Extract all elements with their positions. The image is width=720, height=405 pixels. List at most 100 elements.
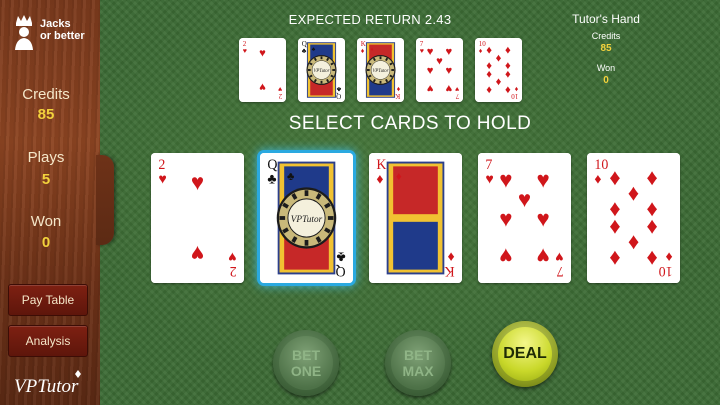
card-suit-corner: ♥ [485,170,493,186]
deal-button[interactable]: DEAL [492,321,558,387]
card-pip: ♥ [499,243,512,268]
face-card-suit: ♦ [371,47,374,53]
card-pip: ♥ [499,167,512,192]
bet-max-button[interactable]: BET MAX [385,330,451,396]
card-face: Q♣Q♣♣VPTutor [260,153,353,283]
card-suit-corner: ♦ [396,85,400,92]
card-suit-corner: ♦ [447,249,454,265]
card-pip: ♥ [536,167,549,192]
chip-text: VPTutor [373,69,389,74]
chip-stripe [332,69,336,71]
bet-one-label-line2: ONE [290,363,322,379]
vptutor-logo: VPTutor [14,370,81,397]
chip-stripe [304,190,309,197]
credits-value: 85 [37,106,55,123]
bet-one-button[interactable]: BET ONE [273,330,339,396]
won-value: 0 [41,234,51,251]
card-suit-corner: ♣ [336,249,345,265]
player-card-4[interactable]: 7 ♥ 7 ♥ ♥ ♥ ♥ ♥ ♥ ♥ ♥ [478,153,571,283]
card-face: 10♦10♦♦ ♦♦♦ ♦♦ ♦♦♦ ♦ [587,153,680,283]
card-rank-corner: 7 [420,40,424,48]
face-card-robe-bottom [393,221,438,270]
sidebar-notch [96,155,114,245]
tutor-card-3: K ♦ K ♦ ♦ VPTutor [357,38,404,102]
card-rank-corner: Q [302,40,307,48]
card-suit-corner: ♥ [455,85,459,92]
card-suit-corner: ♥ [420,48,424,55]
card-suit-corner: ♥ [278,85,282,92]
credits-label: Credits [22,86,70,103]
card-face: Q♣Q♣♣VPTutor [298,38,345,102]
card-pip: ♦ [646,215,657,240]
card-suit-corner: ♣ [336,85,341,92]
card-pip: ♥ [191,170,204,195]
sidebar: Jacks or better Credits 85 Plays 5 Won 0… [0,0,100,405]
card-pip: ♥ [499,206,512,231]
card-suit-corner: ♥ [228,249,236,265]
expected-return: EXPECTED RETURN 2.43 [288,12,452,27]
bet-one-label-line1: BET [292,347,320,363]
card-face: 10♦10♦♦ ♦♦♦ ♦♦ ♦♦♦ ♦ [475,38,522,102]
card-suit-corner: ♥ [243,48,247,55]
tutor-card-1: 2 ♥ 2 ♥ ♥ ♥ [239,38,286,102]
card-rank-corner: 10 [479,40,487,48]
bet-max-label-line1: BET [404,347,432,363]
card-suit-corner: ♥ [158,170,166,186]
card-pip: ♦ [505,45,511,57]
vptutor-logo-text: VPTutor [14,376,79,397]
card-suit-corner: ♦ [594,170,601,186]
player-card-3[interactable]: K ♦ K ♦ ♦ [369,153,462,283]
card-suit-corner: ♦ [514,85,518,92]
chip-stripe [304,239,309,246]
tutor-credits-label: Credits [591,31,621,41]
card-pip: ♦ [486,83,492,95]
card-pip: ♦ [646,165,657,190]
pay-table-button[interactable]: Pay Table [8,284,88,316]
card-pip: ♥ [446,46,453,58]
card-rank-corner: 10 [511,92,519,100]
card-pip: ♦ [495,76,501,88]
game-logo: Jacks or better [10,14,90,54]
card-face: 7♥7♥♥ ♥♥♥ ♥♥ ♥ [478,153,571,283]
chip-stripe [391,69,395,71]
player-card-2[interactable]: Q ♣ Q ♣ ♣ VPTutor [260,153,353,283]
card-rank-corner: 2 [278,92,282,100]
game-name-line1: Jacks [40,18,71,30]
card-pip: ♦ [505,68,511,80]
card-pip: ♥ [259,81,266,93]
card-pip: ♥ [426,82,433,94]
card-pip: ♥ [445,82,452,94]
card-rank-corner: Q [336,92,341,100]
card-suit-corner: ♦ [479,48,483,55]
player-card-1[interactable]: 2 ♥ 2 ♥ ♥ ♥ [151,153,244,283]
card-pip: ♦ [646,246,657,271]
game-name-line2: or better [40,30,85,42]
chip-stripe [307,69,311,71]
chip-stripe [327,216,334,220]
card-face: K♦K♦♦VPTutor [357,38,404,102]
card-pip: ♦ [505,83,511,95]
player-card-5[interactable]: 10 ♦ 10 ♦ ♦ ♦ ♦ ♦ ♦ ♦ ♦ ♦ ♦ ♦ [587,153,680,283]
card-face: 2♥2♥♥♥ [239,38,286,102]
chip-stripe [379,80,382,84]
card-pip: ♥ [518,187,531,212]
card-pip: ♥ [259,47,266,59]
card-pip: ♦ [609,215,620,240]
card-pip: ♥ [436,56,443,68]
card-pip: ♦ [496,52,502,64]
chip-stripe [366,69,370,71]
card-pip: ♥ [191,241,204,266]
chip-stripe [279,216,286,220]
card-rank-corner: 7 [455,92,459,100]
analysis-button[interactable]: Analysis [8,325,88,357]
plays-value: 5 [41,171,51,188]
select-cards-prompt: SELECT CARDS TO HOLD [288,113,532,134]
card-pip: ♦ [628,180,639,205]
card-suit-corner: ♣ [302,48,307,55]
card-pip: ♦ [628,230,639,255]
tutor-won-label: Won [596,63,616,73]
card-pip: ♥ [427,46,434,58]
tutor-hand-title: Tutor's Hand [572,12,640,26]
card-pip: ♦ [609,165,620,190]
card-pip: ♥ [536,206,549,231]
